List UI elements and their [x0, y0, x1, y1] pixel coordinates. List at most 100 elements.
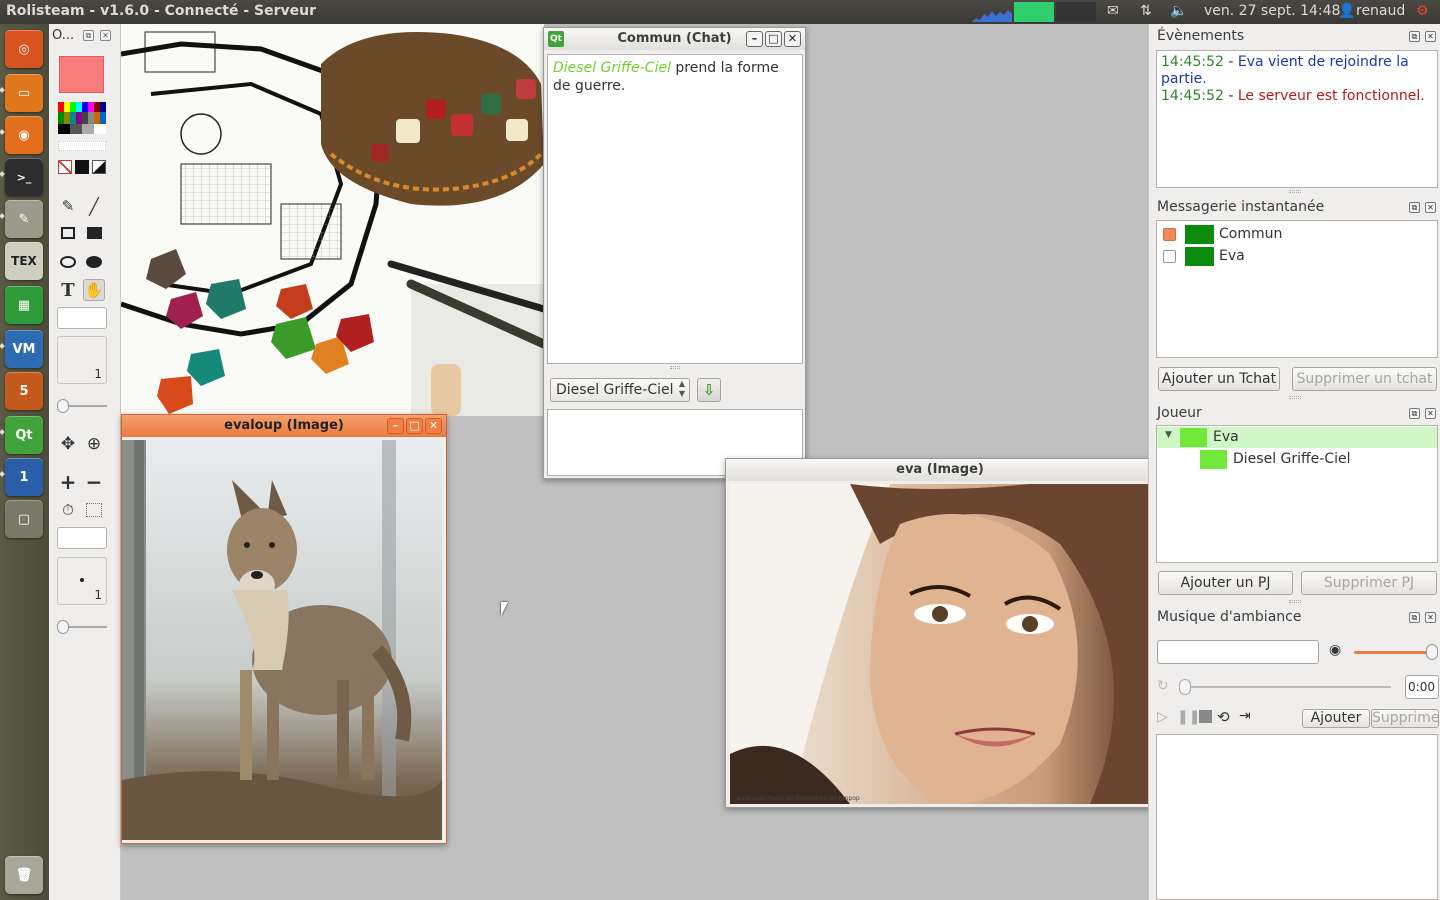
repeat-icon[interactable]: ⟲ [1217, 708, 1230, 726]
cpu-monitor-icon[interactable] [1056, 2, 1096, 22]
player-row[interactable]: ▼ Eva [1157, 427, 1437, 448]
npc-size-slider[interactable] [57, 620, 107, 634]
chat-list[interactable]: Commun Eva [1156, 220, 1438, 358]
chat-window-titlebar[interactable]: Qt Commun (Chat) – □ ✕ [544, 28, 805, 50]
workspace-switcher-icon[interactable]: ▢ [5, 500, 43, 538]
float-icon[interactable]: ⧉ [83, 30, 94, 41]
checkbox-unchecked[interactable] [1163, 250, 1176, 263]
wolf-window-titlebar[interactable]: evaloup (Image) – □ ✕ [122, 415, 446, 437]
filled-rect-tool-icon[interactable] [83, 222, 105, 244]
text-editor-icon[interactable]: ✎ [5, 200, 43, 238]
add-music-button[interactable]: Ajouter [1302, 709, 1370, 728]
npc-name-input[interactable] [57, 527, 107, 549]
mail-icon[interactable]: ✉ [1107, 3, 1119, 19]
filled-ellipse-tool-icon[interactable] [83, 251, 105, 273]
close-icon[interactable]: ✕ [1425, 612, 1436, 623]
text-input[interactable] [57, 307, 107, 329]
add-pc-button[interactable]: Ajouter un PJ [1158, 571, 1293, 595]
volume-slider[interactable] [1354, 644, 1438, 660]
close-icon[interactable]: ✕ [1425, 31, 1436, 42]
events-log[interactable]: 14:45:52 - Eva vient de rejoindre la par… [1156, 50, 1438, 188]
mask-color-icon[interactable] [75, 160, 89, 174]
minimize-icon[interactable]: – [746, 31, 763, 47]
float-icon[interactable]: ⧉ [1409, 408, 1420, 419]
stopwatch-tool-icon[interactable]: ⏱ [57, 499, 79, 521]
character-row[interactable]: Diesel Griffe-Ciel [1157, 449, 1437, 470]
network-monitor-icon[interactable] [1014, 2, 1054, 22]
remove-music-button[interactable]: Supprimer [1371, 709, 1440, 728]
add-npc-tool-icon[interactable]: + [57, 470, 79, 494]
trash-icon[interactable]: 🗑 [5, 856, 43, 894]
erase-color-icon[interactable] [58, 160, 72, 174]
music-title: Musique d'ambiance [1157, 609, 1302, 625]
expand-arrow-icon[interactable]: ▼ [1165, 430, 1172, 440]
close-icon[interactable]: ✕ [784, 31, 801, 47]
close-icon[interactable]: ✕ [1425, 408, 1436, 419]
stop-icon[interactable] [1199, 710, 1212, 723]
rolisteam-icon[interactable]: 1 [5, 458, 43, 496]
sound-icon[interactable]: 🔈 [1170, 3, 1187, 19]
pen-tool-icon[interactable]: ✎ [57, 195, 79, 217]
session-gear-icon[interactable]: ⚙ [1416, 3, 1429, 19]
float-icon[interactable]: ⧉ [1409, 31, 1420, 42]
splitter-grip[interactable] [670, 366, 680, 369]
pen-size-slider[interactable] [57, 399, 107, 413]
maximize-icon[interactable]: □ [765, 31, 782, 47]
minimize-icon[interactable]: – [387, 418, 404, 434]
line-tool-icon[interactable]: ╱ [83, 195, 105, 217]
float-icon[interactable]: ⧉ [1409, 202, 1420, 213]
chat-list-item[interactable]: Eva [1163, 247, 1423, 267]
files-icon[interactable]: ▭ [5, 74, 43, 112]
qt-creator-icon[interactable]: Qt [5, 416, 43, 454]
unmask-color-icon[interactable] [92, 160, 106, 174]
ubuntu-home-icon[interactable]: ◎ [5, 30, 43, 68]
player-tree[interactable]: ▼ Eva Diesel Griffe-Ciel [1156, 425, 1438, 563]
virtualbox-icon[interactable]: VM [5, 330, 43, 368]
remove-npc-tool-icon[interactable]: − [83, 470, 105, 494]
ruler-tool-icon[interactable] [83, 499, 105, 521]
firefox-icon[interactable]: ◉ [5, 116, 43, 154]
identity-select[interactable]: Diesel Griffe-Ciel ▲ ▼ [550, 378, 690, 402]
next-icon[interactable]: ⇥ [1239, 708, 1251, 724]
updates-icon[interactable]: 5 [5, 372, 43, 410]
empty-ellipse-tool-icon[interactable] [57, 251, 79, 273]
chat-list-item[interactable]: Commun [1163, 225, 1423, 245]
image-credit: wallpaper made by flowerdrop on fanpop [736, 795, 860, 802]
close-icon[interactable]: ✕ [425, 418, 442, 434]
float-icon[interactable]: ⧉ [1409, 612, 1420, 623]
empty-rect-tool-icon[interactable] [57, 222, 79, 244]
chat-history[interactable]: Diesel Griffe-Ciel prend la forme de gue… [547, 54, 803, 364]
eva-image-window[interactable]: eva (Image) wallpaper made by flowerdrop… [725, 458, 1155, 808]
play-icon[interactable]: ▷ [1157, 709, 1168, 725]
system-monitor-icon[interactable] [972, 2, 1012, 22]
eva-window-titlebar[interactable]: eva (Image) [726, 459, 1154, 481]
messaging-title: Messagerie instantanée [1157, 199, 1325, 215]
terminal-icon[interactable]: >_ [5, 158, 43, 196]
checkbox-checked[interactable] [1163, 228, 1176, 241]
pause-icon[interactable]: ❚❚ [1177, 709, 1200, 725]
target-tool-icon[interactable]: ⊕ [83, 433, 105, 455]
tex-icon[interactable]: TEX [5, 242, 43, 280]
wolf-image-window[interactable]: evaloup (Image) – □ ✕ [121, 414, 447, 844]
network-icon[interactable]: ⇅ [1140, 3, 1152, 19]
close-icon[interactable]: ✕ [100, 30, 111, 41]
spreadsheet-icon[interactable]: ▦ [5, 286, 43, 324]
user-icon[interactable]: 👤 [1338, 3, 1355, 19]
seek-slider[interactable] [1179, 679, 1391, 695]
close-icon[interactable]: ✕ [1425, 202, 1436, 213]
hand-tool-icon[interactable]: ✋ [83, 279, 105, 301]
remove-chat-button[interactable]: Supprimer un tchat [1292, 367, 1437, 391]
remove-pc-button[interactable]: Supprimer PJ [1301, 571, 1437, 595]
add-chat-button[interactable]: Ajouter un Tchat [1158, 367, 1280, 391]
chat-window[interactable]: Qt Commun (Chat) – □ ✕ Diesel Griffe-Cie… [543, 27, 806, 479]
track-title-field[interactable] [1157, 640, 1319, 664]
user-name[interactable]: renaud [1356, 3, 1405, 19]
current-color-swatch[interactable] [59, 56, 104, 93]
text-tool-icon[interactable]: T [57, 279, 79, 301]
save-chat-button[interactable]: ⇩ [697, 378, 721, 402]
workspace[interactable]: evaloup (Image) – □ ✕ Qt Commun (Chat) –… [121, 24, 1155, 900]
move-npc-tool-icon[interactable]: ✥ [57, 433, 79, 455]
maximize-icon[interactable]: □ [406, 418, 423, 434]
datetime[interactable]: ven. 27 sept. 14:48 [1204, 3, 1340, 19]
playlist[interactable] [1156, 734, 1438, 900]
